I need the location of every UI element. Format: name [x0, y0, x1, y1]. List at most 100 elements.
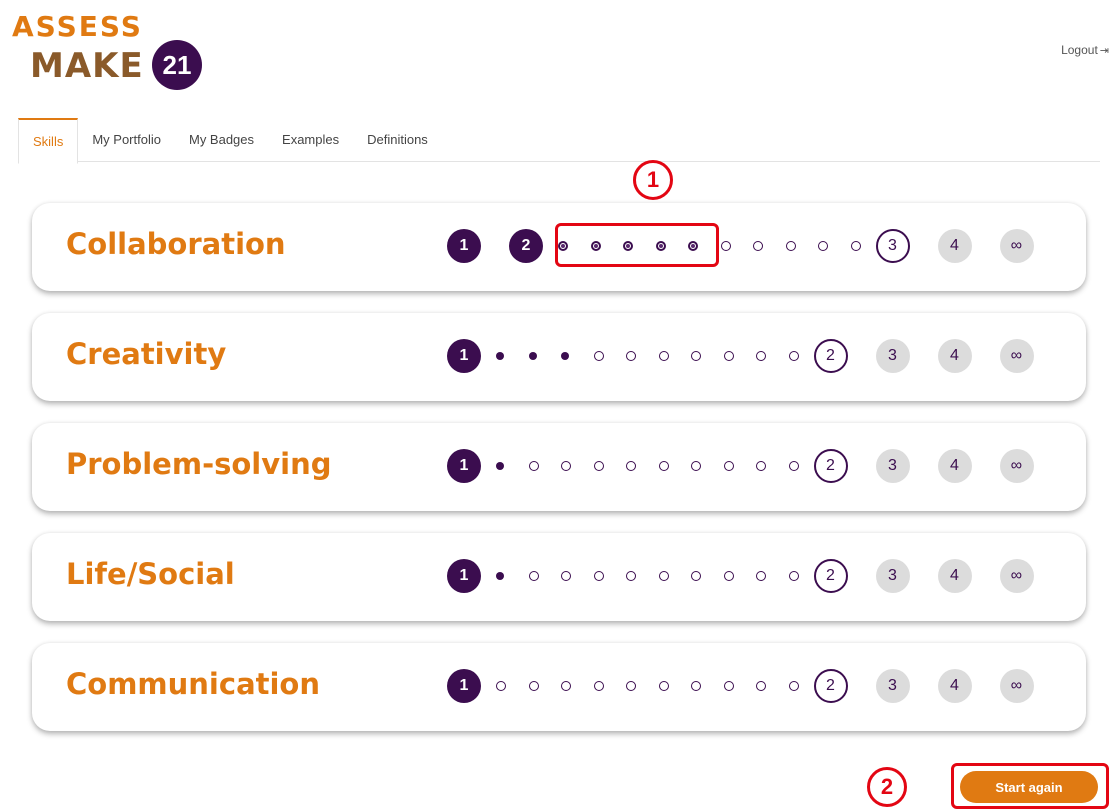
tab-definitions[interactable]: Definitions [353, 118, 442, 161]
level-4-badge: 4 [937, 559, 972, 593]
progress-dot-empty [753, 241, 763, 251]
level-1-badge: 1 [447, 669, 481, 703]
main-tabs: Skills My Portfolio My Badges Examples D… [18, 118, 1100, 164]
level-2-badge: 2 [813, 449, 848, 483]
level-2-badge: 2 [813, 559, 848, 593]
progress-dot-empty [788, 461, 799, 471]
level-3-badge: 3 [875, 449, 910, 483]
skill-progress: 1 2 3 4 ∞ [447, 449, 1067, 483]
progress-dot-empty [528, 571, 539, 581]
progress-dot-empty [593, 461, 604, 471]
progress-dot-empty [691, 681, 701, 691]
progress-dot-empty [756, 461, 766, 471]
logo-21-badge: 21 [152, 40, 202, 90]
level-2-badge: 2 [813, 339, 848, 373]
skill-name: Communication [66, 667, 321, 701]
progress-dot-empty [658, 681, 669, 691]
start-again-button[interactable]: Start again [960, 771, 1098, 803]
skill-progress: 1 2 3 4 ∞ [447, 339, 1067, 373]
skill-card-communication[interactable]: Communication 1 2 3 4 ∞ [32, 643, 1086, 731]
progress-dot-empty [528, 681, 539, 691]
level-4-badge: 4 [937, 449, 972, 483]
level-infinity-badge: ∞ [999, 449, 1034, 483]
level-infinity-badge: ∞ [999, 559, 1034, 593]
progress-dot-empty [561, 681, 571, 691]
logout-label: Logout [1061, 43, 1098, 57]
progress-dot-empty [626, 571, 636, 581]
progress-dot-empty [593, 351, 604, 361]
progress-dot-empty [720, 241, 731, 251]
progress-dot-filled [561, 352, 569, 360]
progress-dot-empty [850, 241, 861, 251]
progress-dot-empty [756, 351, 766, 361]
progress-dot-empty [723, 461, 734, 471]
tab-my-badges[interactable]: My Badges [175, 118, 268, 161]
progress-dot-empty [561, 571, 571, 581]
level-1-badge: 1 [447, 449, 481, 483]
progress-dot-empty [788, 351, 799, 361]
skill-name: Collaboration [66, 227, 286, 261]
level-infinity-badge: ∞ [999, 229, 1034, 263]
skill-name: Problem-solving [66, 447, 332, 481]
progress-dot-empty [788, 681, 799, 691]
progress-dot-filled [528, 352, 537, 360]
level-1-badge: 1 [447, 339, 481, 373]
level-4-badge: 4 [937, 669, 972, 703]
progress-dot-empty [496, 681, 506, 691]
skill-name: Life/Social [66, 557, 235, 591]
progress-dot-empty [723, 681, 734, 691]
progress-dot-empty [723, 351, 734, 361]
progress-dot-filled [496, 352, 504, 360]
level-1-badge: 1 [447, 559, 481, 593]
skill-progress: 1 2 3 4 ∞ [447, 669, 1067, 703]
progress-dot-empty [593, 571, 604, 581]
progress-dot-empty [723, 571, 734, 581]
level-2-badge: 2 [813, 669, 848, 703]
logo-assess-text: ASSESS [12, 10, 143, 43]
annotation-marker-2: 2 [867, 767, 907, 807]
progress-dot-empty [528, 461, 539, 471]
tab-skills[interactable]: Skills [18, 118, 79, 164]
progress-dot-empty [626, 681, 636, 691]
level-1-badge: 1 [447, 229, 481, 263]
progress-dot-empty [658, 461, 669, 471]
logout-link[interactable]: Logout ⇥ [1061, 43, 1109, 57]
progress-dot-empty [691, 351, 701, 361]
annotation-marker-1: 1 [633, 160, 673, 200]
level-2-badge: 2 [509, 229, 543, 263]
level-4-badge: 4 [937, 229, 972, 263]
tab-my-portfolio[interactable]: My Portfolio [78, 118, 175, 161]
progress-dot-empty [658, 571, 669, 581]
progress-dot-empty [626, 461, 636, 471]
progress-dot-empty [593, 681, 604, 691]
skill-card-problem-solving[interactable]: Problem-solving 1 2 3 4 ∞ [32, 423, 1086, 511]
progress-dot-empty [626, 351, 636, 361]
level-3-badge: 3 [875, 229, 910, 263]
progress-dot-empty [785, 241, 796, 251]
progress-dot-filled [496, 462, 504, 470]
progress-dot-empty [788, 571, 799, 581]
logout-icon: ⇥ [1099, 44, 1109, 57]
progress-dot-empty [691, 571, 701, 581]
level-infinity-badge: ∞ [999, 339, 1034, 373]
tab-examples[interactable]: Examples [268, 118, 353, 161]
assess-make-21-logo: ASSESS MAKE 21 [12, 10, 212, 90]
skill-card-creativity[interactable]: Creativity 1 2 3 4 ∞ [32, 313, 1086, 401]
level-3-badge: 3 [875, 559, 910, 593]
progress-dot-filled [496, 572, 504, 580]
level-infinity-badge: ∞ [999, 669, 1034, 703]
progress-dot-empty [756, 681, 766, 691]
skill-progress: 1 2 3 4 ∞ [447, 229, 1067, 263]
annotation-box-partial-dots [555, 223, 719, 267]
logo-make-text: MAKE [30, 46, 144, 86]
progress-dot-empty [756, 571, 766, 581]
progress-dot-empty [691, 461, 701, 471]
skill-progress: 1 2 3 4 ∞ [447, 559, 1067, 593]
level-4-badge: 4 [937, 339, 972, 373]
progress-dot-empty [818, 241, 828, 251]
skill-card-life-social[interactable]: Life/Social 1 2 3 4 ∞ [32, 533, 1086, 621]
level-3-badge: 3 [875, 669, 910, 703]
progress-dot-empty [658, 351, 669, 361]
level-3-badge: 3 [875, 339, 910, 373]
progress-dot-empty [561, 461, 571, 471]
